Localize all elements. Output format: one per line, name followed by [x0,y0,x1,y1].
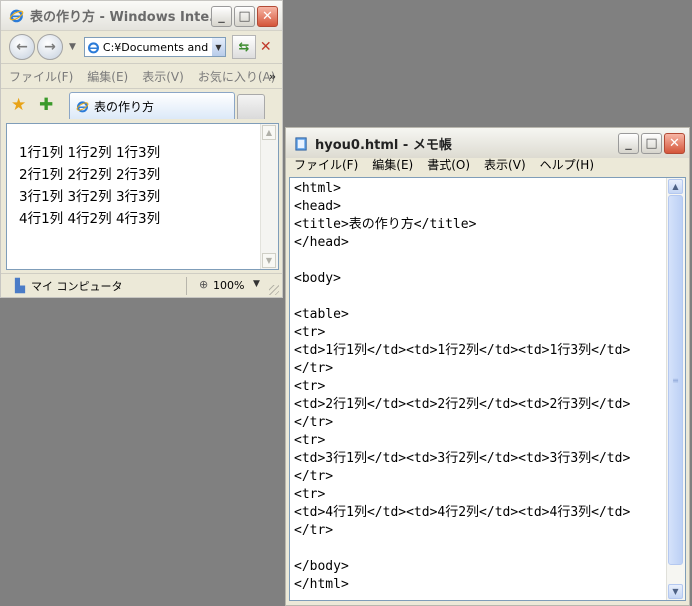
ie-tab-row: ★ ✚ 表の作り方 [1,89,282,121]
notepad-scroll-up-icon[interactable]: ▲ [668,179,683,194]
ie-menu-favorites[interactable]: お気に入り(A) [198,68,276,85]
ie-page-content: 1行1列 1行2列 1行3列 2行1列 2行2列 2行3列 3行1列 3行2列 … [6,123,279,270]
ie-icon [9,9,24,23]
add-favorites-icon[interactable]: ✚ [39,95,53,115]
zoom-level[interactable]: 100% [213,279,244,292]
status-divider [186,277,187,295]
ie-maximize-button[interactable]: □ [234,6,255,27]
notepad-maximize-button[interactable]: □ [641,133,662,154]
notepad-vertical-scrollbar[interactable]: ▲ ≡ ▼ [666,178,685,600]
ie-menubar: ファイル(F) 編集(E) 表示(V) お気に入り(A) » [1,63,282,89]
forward-arrow-icon: → [44,39,56,55]
notepad-text[interactable]: <html> <head> <title>表の作り方</title> </hea… [294,180,630,594]
new-tab-button[interactable] [237,94,265,119]
notepad-menu-help[interactable]: ヘルプ(H) [540,156,594,173]
resize-grip[interactable] [269,285,279,295]
ie-window-title: 表の作り方 - Windows Inte... [30,10,224,25]
zoom-icon[interactable]: ⊕ [199,278,208,291]
forward-button[interactable]: → [37,34,63,60]
table-row: 2行1列 2行2列 2行3列 [19,167,161,183]
ie-page-icon [87,41,99,53]
table-row: 3行1列 3行2列 3行3列 [19,189,161,205]
computer-icon: ▙ [15,278,25,294]
notepad-text-area[interactable]: <html> <head> <title>表の作り方</title> </hea… [289,177,686,601]
table-row: 1行1列 1行2列 1行3列 [19,145,161,161]
notepad-scroll-down-icon[interactable]: ▼ [668,584,683,599]
tab-title: 表の作り方 [94,99,155,114]
ie-scroll-down-icon[interactable]: ▼ [262,253,276,268]
stop-icon[interactable]: ✕ [260,39,272,55]
ie-address-row: ← → ▼ C:¥Documents and S ▼ ⇆ ✕ [1,31,282,63]
notepad-menu-format[interactable]: 書式(O) [427,156,470,173]
back-arrow-icon: ← [16,39,28,55]
notepad-window-title: hyou0.html - メモ帳 [315,137,452,153]
ie-statusbar: ▙ マイ コンピュータ ⊕ 100% ▼ [1,273,282,298]
table-row: 4行1列 4行2列 4行3列 [19,211,161,227]
ie-titlebar[interactable]: 表の作り方 - Windows Inte... _ □ ✕ [1,1,282,31]
back-button[interactable]: ← [9,34,35,60]
notepad-close-button[interactable]: ✕ [664,133,685,154]
ie-menu-view[interactable]: 表示(V) [142,68,184,85]
ie-menu-edit[interactable]: 編集(E) [87,68,128,85]
status-zone-text: マイ コンピュータ [31,280,123,293]
notepad-menu-view[interactable]: 表示(V) [484,156,526,173]
ie-close-button[interactable]: ✕ [257,6,278,27]
tab-current-page[interactable]: 表の作り方 [69,92,235,119]
ie-menu-file[interactable]: ファイル(F) [9,68,73,85]
address-text[interactable]: C:¥Documents and S [103,41,212,54]
ie-minimize-button[interactable]: _ [211,6,232,27]
refresh-icon: ⇆ [238,39,250,55]
ie-window: 表の作り方 - Windows Inte... _ □ ✕ ← → ▼ C:¥D… [0,0,283,298]
notepad-scroll-thumb[interactable]: ≡ [668,195,683,565]
favorites-star-icon[interactable]: ★ [11,95,26,115]
notepad-menubar: ファイル(F) 編集(E) 書式(O) 表示(V) ヘルプ(H) [286,154,689,174]
notepad-icon [295,136,307,151]
menu-more-chevron-icon[interactable]: » [269,70,276,83]
address-dropdown-icon[interactable]: ▼ [211,38,225,56]
ie-scroll-up-icon[interactable]: ▲ [262,125,276,140]
rendered-table: 1行1列 1行2列 1行3列 2行1列 2行2列 2行3列 3行1列 3行2列 … [19,142,160,230]
ie-vertical-scrollbar[interactable]: ▲ ▼ [260,124,278,269]
notepad-minimize-button[interactable]: _ [618,133,639,154]
notepad-window: hyou0.html - メモ帳 _ □ ✕ ファイル(F) 編集(E) 書式(… [285,127,690,606]
zoom-dropdown-icon[interactable]: ▼ [253,279,260,289]
history-dropdown-icon[interactable]: ▼ [69,42,76,52]
address-bar[interactable]: C:¥Documents and S ▼ [83,37,226,57]
tab-ie-icon [76,100,89,112]
notepad-menu-edit[interactable]: 編集(E) [372,156,413,173]
refresh-button[interactable]: ⇆ [231,35,256,59]
notepad-menu-file[interactable]: ファイル(F) [294,156,358,173]
